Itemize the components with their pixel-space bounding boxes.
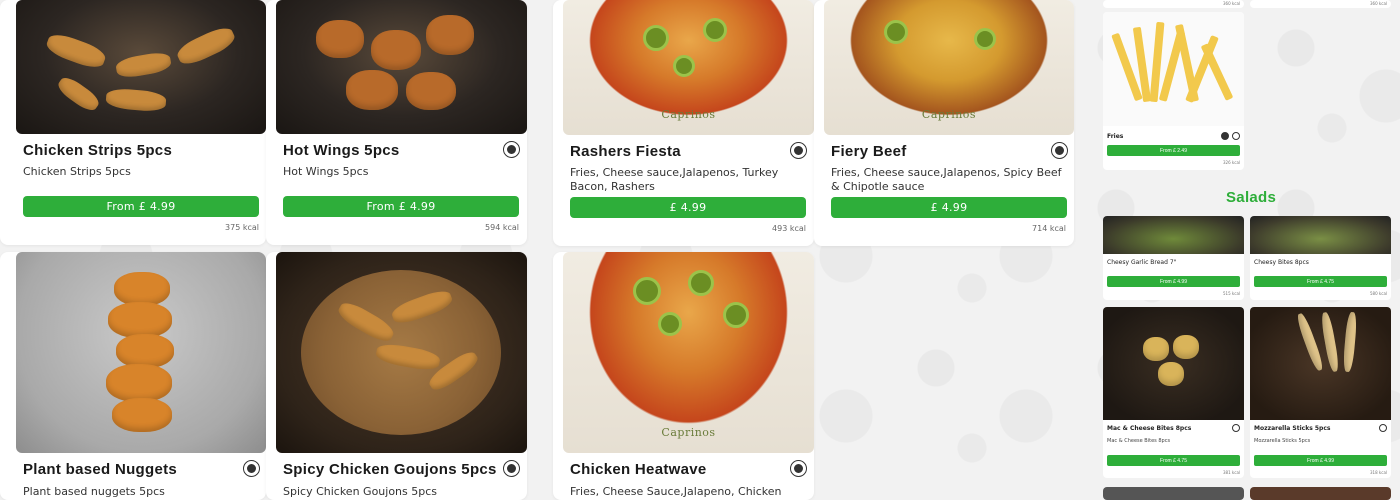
product-description: Fries, Cheese sauce,Jalapenos, Spicy Bee… [831,166,1062,193]
price-button[interactable]: From £ 4.75 [1107,455,1240,466]
product-title: Plant based Nuggets [23,461,178,478]
product-image [276,252,527,453]
product-title: Fiery Beef [831,143,907,160]
kcal-label: 360 kcal [1370,1,1387,6]
price-button[interactable]: £ 4.99 [570,197,806,218]
product-image: Caprinos [563,252,814,453]
product-title: Cheesy Garlic Bread 7" [1107,259,1177,266]
top-card-right[interactable]: 360 kcal [1250,0,1391,8]
product-card-chicken-heatwave[interactable]: Caprinos Chicken Heatwave Fries, Cheese … [553,252,814,500]
caprinos-logo: Caprinos [661,108,716,121]
kcal-label: 594 kcal [485,223,519,232]
product-card-hot-wings[interactable]: Hot Wings 5pcs Hot Wings 5pcs From £ 4.9… [266,0,527,245]
product-image [16,0,266,134]
kcal-label: 318 kcal [1370,470,1387,475]
price-button[interactable]: From £ 4.99 [283,196,519,217]
price-button[interactable]: From £ 4.99 [1107,276,1240,287]
product-card-plant-nuggets[interactable]: Plant based Nuggets Plant based nuggets … [0,252,266,500]
price-button[interactable]: From £ 2.49 [1107,145,1240,156]
price-button[interactable]: From £ 4.99 [23,196,259,217]
product-card-fiery-beef[interactable]: Caprinos Fiery Beef Fries, Cheese sauce,… [814,0,1074,246]
product-card-spicy-goujons[interactable]: Spicy Chicken Goujons 5pcs Spicy Chicken… [266,252,527,500]
product-title: Chicken Heatwave [570,461,707,478]
non-veg-icon [503,141,520,158]
product-card-mac-cheese-bites[interactable]: Mac & Cheese Bites 8pcs Mac & Cheese Bit… [1103,307,1244,478]
product-title: Cheesy Bites 8pcs [1254,259,1309,266]
product-card-partial-right[interactable] [1250,487,1391,500]
price-button[interactable]: From £ 4.75 [1254,276,1387,287]
spicy-icon [1232,132,1240,140]
non-veg-icon [1221,132,1229,140]
kcal-label: 381 kcal [1223,470,1240,475]
product-image [1103,216,1244,254]
product-description: Mozzarella Sticks 5pcs [1254,438,1311,444]
non-veg-icon [503,460,520,477]
product-image [1250,307,1391,420]
product-description: Chicken Strips 5pcs [23,165,131,178]
veg-icon [243,460,260,477]
price-button[interactable]: £ 4.99 [831,197,1067,218]
product-description: Plant based nuggets 5pcs [23,485,165,498]
veg-icon [1232,424,1240,432]
product-description: Spicy Chicken Goujons 5pcs [283,485,438,498]
product-title: Chicken Strips 5pcs [23,142,173,159]
kcal-label: 360 kcal [1223,1,1240,6]
product-card-partial-left[interactable] [1103,487,1244,500]
caprinos-logo: Caprinos [921,108,977,121]
product-image [1103,12,1244,126]
product-card-rashers-fiesta[interactable]: Caprinos Rashers Fiesta Fries, Cheese sa… [553,0,814,246]
product-card-chicken-strips[interactable]: Chicken Strips 5pcs Chicken Strips 5pcs … [0,0,266,245]
non-veg-icon [1051,142,1068,159]
product-description: Hot Wings 5pcs [283,165,369,178]
product-image [1250,216,1391,254]
product-description: Fries, Cheese Sauce,Jalapeno, Chicken St… [570,485,782,500]
caprinos-logo: Caprinos [661,426,716,439]
product-image [276,0,527,134]
product-title: Mac & Cheese Bites 8pcs [1107,425,1192,432]
non-veg-icon [790,142,807,159]
product-image: Caprinos [824,0,1074,135]
product-image: Caprinos [563,0,814,135]
section-title-salads: Salads [1226,189,1277,206]
kcal-label: 515 kcal [1223,291,1240,296]
price-button[interactable]: From £ 4.99 [1254,455,1387,466]
product-card-fries[interactable]: Fries From £ 2.49 326 kcal [1103,12,1244,170]
product-title: Rashers Fiesta [570,143,681,160]
product-title: Fries [1107,133,1124,140]
product-card-mozzarella-sticks[interactable]: Mozzarella Sticks 5pcs Mozzarella Sticks… [1250,307,1391,478]
kcal-label: 493 kcal [772,224,806,233]
product-title: Hot Wings 5pcs [283,142,400,159]
product-card-cheesy-bites[interactable]: Cheesy Bites 8pcs From £ 4.75 580 kcal [1250,216,1391,300]
product-image [16,252,266,453]
product-image [1103,307,1244,420]
non-veg-icon [790,460,807,477]
kcal-label: 375 kcal [225,223,259,232]
product-title: Mozzarella Sticks 5pcs [1254,425,1331,432]
product-description: Fries, Cheese sauce,Jalapenos, Turkey Ba… [570,166,779,193]
kcal-label: 580 kcal [1370,291,1387,296]
kcal-label: 326 kcal [1223,160,1240,165]
product-title: Spicy Chicken Goujons 5pcs [283,461,497,478]
product-card-cheesy-garlic-bread[interactable]: Cheesy Garlic Bread 7" From £ 4.99 515 k… [1103,216,1244,300]
product-description: Mac & Cheese Bites 8pcs [1107,438,1171,444]
kcal-label: 714 kcal [1032,224,1066,233]
top-card-left[interactable]: 360 kcal [1103,0,1244,8]
veg-icon [1379,424,1387,432]
